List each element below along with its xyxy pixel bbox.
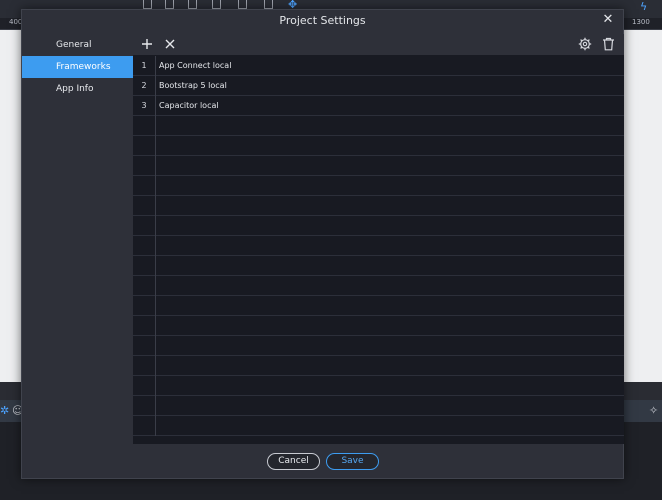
empty-table-row[interactable] [133,236,624,256]
lightning-icon[interactable]: ϟ [640,0,647,13]
row-index [133,196,156,216]
dialog-title: Project Settings [279,14,366,27]
empty-table-row[interactable] [133,116,624,136]
empty-table-row[interactable] [133,176,624,196]
row-index [133,116,156,136]
row-index [133,296,156,316]
empty-table-row[interactable] [133,336,624,356]
settings-sidebar: General Frameworks App Info [22,34,133,444]
close-icon[interactable]: ✕ [600,12,616,28]
frameworks-toolbar [133,34,624,55]
empty-table-row[interactable] [133,356,624,376]
empty-table-row[interactable] [133,396,624,416]
empty-table-row[interactable] [133,276,624,296]
frameworks-list: 1 App Connect local 2 Bootstrap 5 local 3 Cap… [133,56,624,444]
settings-icon[interactable]: ✲ [0,404,9,417]
empty-table-row[interactable] [133,296,624,316]
empty-table-row[interactable] [133,196,624,216]
empty-table-row[interactable] [133,216,624,236]
row-index: 1 [133,56,156,76]
row-index [133,216,156,236]
row-index [133,396,156,416]
sidebar-item-app-info[interactable]: App Info [22,78,133,100]
table-row[interactable]: 3 Capacitor local [133,96,624,116]
row-index: 2 [133,76,156,96]
sidebar-item-general[interactable]: General [22,34,133,56]
toolbar-shape-icon[interactable] [143,0,152,9]
framework-name: Bootstrap 5 local [159,81,227,90]
row-index [133,256,156,276]
frameworks-panel: 1 App Connect local 2 Bootstrap 5 local 3 Cap… [133,34,624,444]
row-index [133,376,156,396]
row-index [133,176,156,196]
cancel-button[interactable]: Cancel [267,453,320,470]
row-index [133,416,156,436]
table-row[interactable]: 1 App Connect local [133,56,624,76]
project-settings-dialog: Project Settings ✕ General Frameworks Ap… [21,9,624,479]
sparkle-icon[interactable]: ✧ [649,404,658,417]
toolbar-shape-icon[interactable] [238,0,247,9]
empty-table-row[interactable] [133,376,624,396]
add-framework-button[interactable] [139,36,155,52]
framework-settings-button[interactable] [577,36,593,52]
empty-table-row[interactable] [133,316,624,336]
delete-framework-button[interactable] [600,36,616,52]
framework-name: App Connect local [159,61,232,70]
sidebar-item-frameworks[interactable]: Frameworks [22,56,133,78]
gear-icon [578,37,592,51]
close-icon [165,39,175,49]
row-index [133,356,156,376]
empty-table-row[interactable] [133,136,624,156]
row-index: 3 [133,96,156,116]
row-index [133,276,156,296]
toolbar-shape-icon[interactable] [212,0,221,9]
row-index [133,336,156,356]
save-button[interactable]: Save [326,453,379,470]
trash-icon [602,37,614,51]
empty-table-row[interactable] [133,156,624,176]
table-row[interactable]: 2 Bootstrap 5 local [133,76,624,96]
framework-name: Capacitor local [159,101,219,110]
empty-table-row[interactable] [133,256,624,276]
empty-table-row[interactable] [133,416,624,436]
toolbar-shape-icon[interactable] [188,0,197,9]
toolbar-shape-icon[interactable] [165,0,174,9]
ruler-label-right: 1300 [632,18,650,26]
remove-framework-button[interactable] [162,36,178,52]
row-index [133,236,156,256]
plus-icon [142,39,152,49]
toolbar-shape-icon[interactable] [264,0,273,9]
row-index [133,136,156,156]
dialog-footer: Cancel Save [22,444,623,480]
row-index [133,156,156,176]
row-index [133,316,156,336]
